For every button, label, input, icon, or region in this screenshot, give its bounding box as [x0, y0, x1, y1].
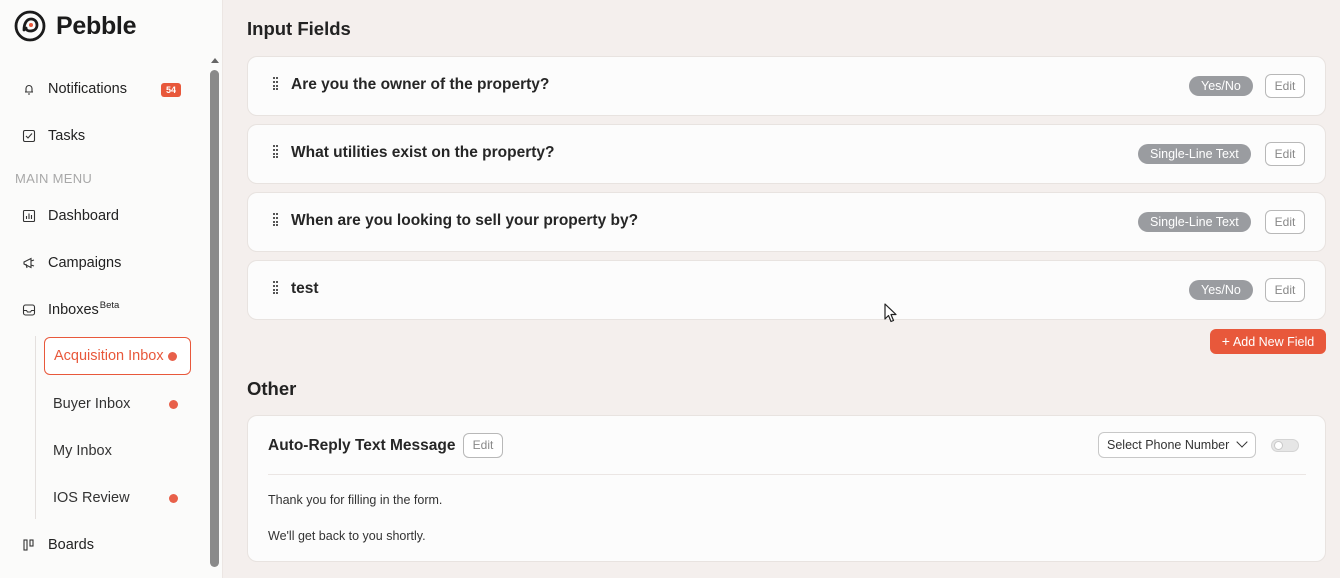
nav-dashboard[interactable]: Dashboard	[22, 205, 119, 227]
nav-campaigns-label: Campaigns	[48, 255, 122, 271]
add-new-field-button[interactable]: + Add New Field	[1210, 329, 1326, 354]
checkbox-icon	[22, 129, 36, 143]
nav-boards-label: Boards	[48, 537, 94, 553]
nav-campaigns[interactable]: Campaigns	[22, 252, 121, 274]
unread-dot	[169, 493, 178, 503]
sidebar-item-ios-review[interactable]: IOS Review	[44, 479, 191, 517]
drag-handle-icon[interactable]	[273, 145, 279, 158]
field-row[interactable]: When are you looking to sell your proper…	[247, 192, 1326, 252]
phone-number-select[interactable]: Select Phone Number	[1098, 432, 1256, 458]
edit-auto-reply-button[interactable]: Edit	[463, 433, 503, 458]
field-type-badge: Single-Line Text	[1138, 212, 1251, 232]
main-menu-label: MAIN MENU	[15, 171, 93, 186]
field-label: What utilities exist on the property?	[291, 144, 555, 161]
toggle-knob	[1274, 441, 1283, 450]
sub-item-label: IOS Review	[53, 490, 130, 506]
mouse-cursor-icon	[884, 303, 897, 323]
input-fields-title: Input Fields	[247, 18, 351, 39]
field-row[interactable]: test Yes/No Edit	[247, 260, 1326, 320]
logo[interactable]: Pebble	[14, 10, 136, 42]
nav-inboxes[interactable]: InboxesBeta	[22, 299, 119, 321]
chevron-down-icon	[1236, 436, 1248, 448]
nav-boards[interactable]: Boards	[22, 534, 94, 556]
nav-tasks[interactable]: Tasks	[22, 125, 85, 147]
phone-number-select-label: Select Phone Number	[1107, 438, 1230, 452]
chart-icon	[22, 209, 36, 223]
field-type-badge: Yes/No	[1189, 76, 1253, 96]
field-row[interactable]: What utilities exist on the property? Si…	[247, 124, 1326, 184]
drag-handle-icon[interactable]	[273, 281, 279, 294]
message-line-1: Thank you for filling in the form.	[268, 493, 443, 507]
plus-icon: +	[1221, 333, 1230, 349]
edit-field-button[interactable]: Edit	[1265, 278, 1305, 302]
edit-field-button[interactable]: Edit	[1265, 142, 1305, 166]
scroll-up-arrow-icon[interactable]	[211, 58, 219, 63]
edit-field-button[interactable]: Edit	[1265, 74, 1305, 98]
inbox-icon	[22, 303, 36, 317]
megaphone-icon	[22, 256, 36, 270]
sidebar-scrollbar[interactable]	[209, 58, 220, 578]
main-content: Input Fields Are you the owner of the pr…	[224, 0, 1340, 578]
nav-dashboard-label: Dashboard	[48, 208, 119, 224]
brand-name: Pebble	[56, 11, 137, 40]
nav-inboxes-label: InboxesBeta	[48, 300, 120, 318]
nav-tasks-label: Tasks	[48, 128, 86, 144]
add-new-field-label: Add New Field	[1232, 335, 1315, 349]
auto-reply-card: Auto-Reply Text Message Edit Select Phon…	[247, 415, 1326, 562]
auto-reply-toggle[interactable]	[1271, 439, 1299, 452]
pebble-logo-icon	[14, 10, 46, 42]
sub-item-label: My Inbox	[53, 443, 112, 459]
sidebar-item-my-inbox[interactable]: My Inbox	[44, 432, 191, 470]
message-line-2: We'll get back to you shortly.	[268, 529, 426, 543]
sub-item-label: Acquisition Inbox	[54, 348, 164, 364]
field-label: When are you looking to sell your proper…	[291, 212, 639, 229]
beta-label: Beta	[99, 300, 120, 311]
edit-field-button[interactable]: Edit	[1265, 210, 1305, 234]
sub-item-label: Buyer Inbox	[53, 396, 131, 412]
field-label: test	[291, 280, 319, 297]
kanban-icon	[22, 538, 36, 552]
scroll-thumb[interactable]	[210, 70, 219, 567]
auto-reply-title: Auto-Reply Text Message	[268, 437, 456, 454]
drag-handle-icon[interactable]	[273, 213, 279, 226]
nav-notifications[interactable]: Notifications	[22, 78, 127, 100]
sidebar-item-acquisition-inbox[interactable]: Acquisition Inbox	[44, 337, 191, 375]
other-title: Other	[247, 378, 297, 399]
nav-notifications-label: Notifications	[48, 81, 127, 97]
notifications-badge: 54	[161, 83, 182, 97]
field-type-badge: Yes/No	[1189, 280, 1253, 300]
field-row[interactable]: Are you the owner of the property? Yes/N…	[247, 56, 1326, 116]
sidebar: Pebble Notifications 54 Tasks MAIN MENU …	[0, 0, 223, 578]
field-label: Are you the owner of the property?	[291, 76, 550, 93]
drag-handle-icon[interactable]	[273, 77, 279, 90]
bell-icon	[22, 82, 36, 96]
sidebar-item-buyer-inbox[interactable]: Buyer Inbox	[44, 385, 191, 423]
submenu-line	[35, 336, 36, 519]
field-type-badge: Single-Line Text	[1138, 144, 1251, 164]
divider	[268, 474, 1306, 475]
unread-dot	[168, 351, 177, 361]
unread-dot	[169, 399, 178, 409]
